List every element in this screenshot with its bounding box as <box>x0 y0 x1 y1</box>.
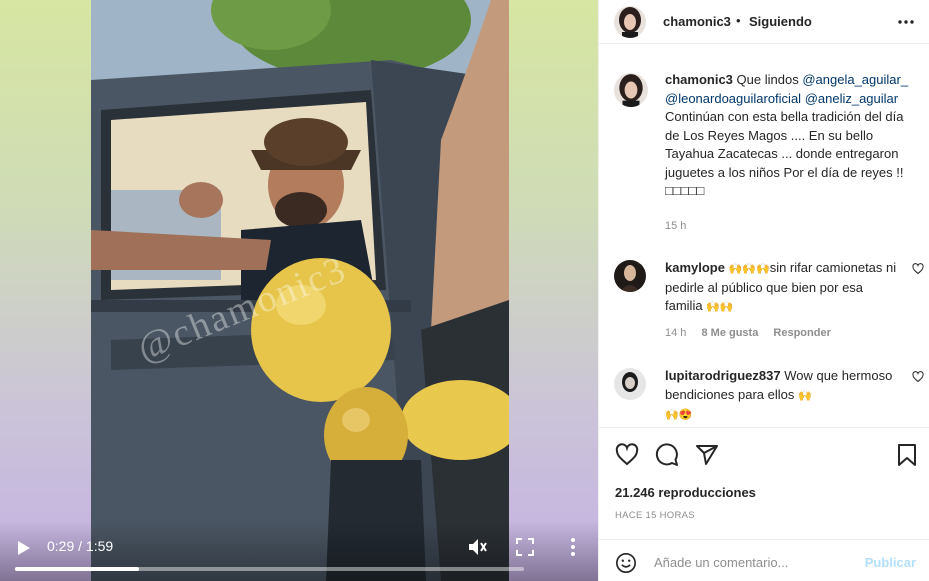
caption-intro: Que lindos <box>736 72 799 87</box>
comment-icon[interactable] <box>655 443 679 467</box>
post-age[interactable]: HACE 15 HORAS <box>615 510 695 521</box>
clap-emoji-icon: 🙌 <box>798 389 812 402</box>
caption-text: chamonic3 Que lindos @angela_aguilar_ @l… <box>665 71 921 201</box>
comment-likes[interactable]: 8 Me gusta <box>701 327 758 339</box>
heart-icon[interactable] <box>615 443 639 467</box>
emoji-icon[interactable] <box>615 552 637 574</box>
video-progress-bar[interactable] <box>15 567 524 571</box>
comment-username[interactable]: lupitarodriguez837 <box>665 368 781 383</box>
avatar[interactable] <box>614 368 646 400</box>
post-actions: 21.246 reproducciones HACE 15 HORAS Publ… <box>599 427 929 581</box>
comment-meta: 14 h 8 Me gusta Responder <box>665 327 843 339</box>
avatar[interactable] <box>614 73 648 107</box>
post-media: @chamonic3 0:29 / 1:59 <box>0 0 598 581</box>
separator-dot: • <box>736 13 741 28</box>
avatar[interactable] <box>614 6 646 38</box>
mention-link[interactable]: @aneliz_aguilar <box>805 91 898 106</box>
share-icon[interactable] <box>695 443 719 467</box>
clap-emoji-icon: 🙌🙌🙌 <box>728 263 770 275</box>
play-icon[interactable] <box>14 539 32 557</box>
comment-text: kamylope 🙌🙌🙌sin rifar camionetas ni pedi… <box>665 259 901 317</box>
video-controls: 0:29 / 1:59 <box>0 521 598 581</box>
mention-link[interactable]: @leonardoaguilaroficial <box>665 91 801 106</box>
mute-icon[interactable] <box>466 536 488 558</box>
views-count: 21.246 reproducciones <box>615 485 756 500</box>
reply-button[interactable]: Responder <box>773 327 830 339</box>
header-username[interactable]: chamonic3 <box>663 14 731 29</box>
video-time: 0:29 / 1:59 <box>47 538 114 554</box>
avatar[interactable] <box>614 260 646 292</box>
video-player[interactable]: @chamonic3 <box>91 0 509 581</box>
following-button[interactable]: Siguiendo <box>749 14 812 29</box>
comment-input[interactable] <box>654 551 854 573</box>
heart-eyes-emoji-icon: 🙌😍 <box>665 409 693 421</box>
video-progress-fill <box>15 567 140 571</box>
caption-body: Continúan con esta bella tradición del d… <box>665 109 904 180</box>
comment-timestamp[interactable]: 14 h <box>665 327 686 339</box>
comment-text: lupitarodriguez837 Wow que hermoso bendi… <box>665 367 901 425</box>
mention-link[interactable]: @angela_aguilar_ <box>802 72 908 87</box>
clap-emoji-icon: 🙌🙌 <box>706 301 734 313</box>
post-header: chamonic3 • Siguiendo <box>599 0 929 44</box>
add-comment-bar: Publicar <box>599 539 929 581</box>
publish-button[interactable]: Publicar <box>865 555 916 570</box>
bookmark-icon[interactable] <box>895 443 919 467</box>
caption-timestamp[interactable]: 15 h <box>665 220 686 232</box>
heart-icon[interactable] <box>912 263 924 275</box>
comment-username[interactable]: kamylope <box>665 260 725 275</box>
comments-list: chamonic3 Que lindos @angela_aguilar_ @l… <box>599 54 929 427</box>
post-panel: chamonic3 • Siguiendo chamonic3 Que lind… <box>598 0 929 581</box>
more-vertical-icon[interactable] <box>562 536 584 558</box>
fullscreen-icon[interactable] <box>514 536 536 558</box>
caption-username[interactable]: chamonic3 <box>665 72 733 87</box>
heart-icon[interactable] <box>912 371 924 383</box>
caption-emojis: □□□□□ <box>665 183 705 198</box>
more-horizontal-icon[interactable] <box>897 13 915 31</box>
